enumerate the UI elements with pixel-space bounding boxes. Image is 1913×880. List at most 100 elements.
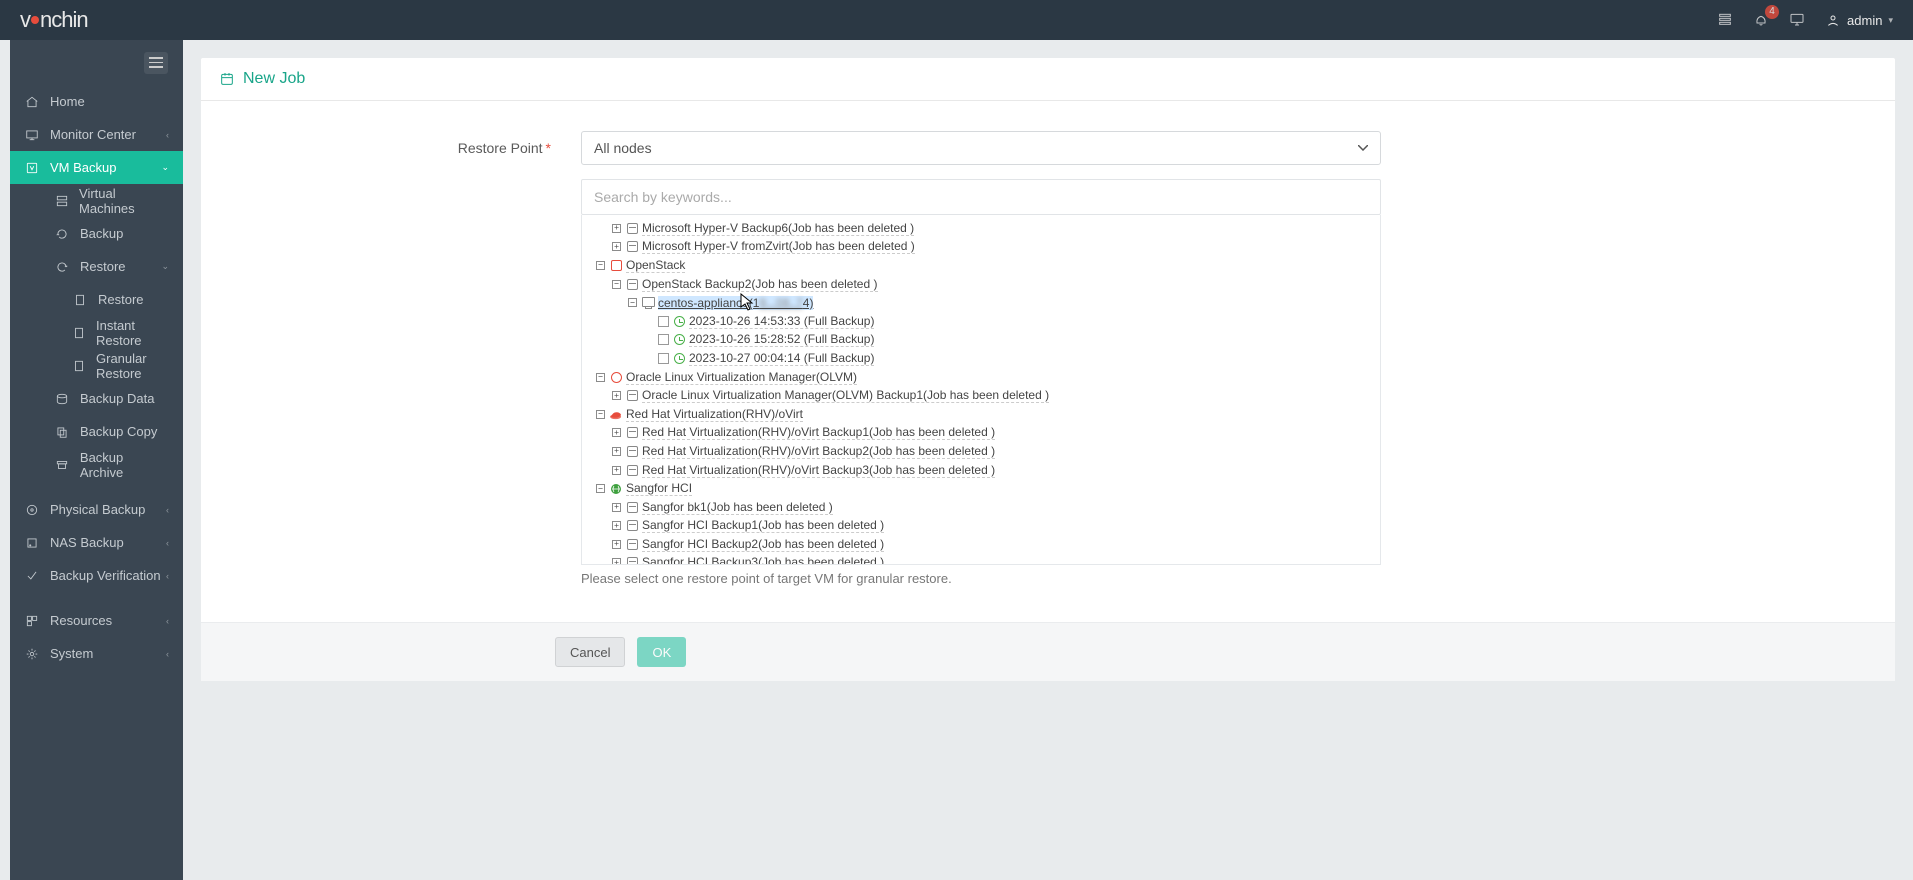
restore-point-label: Restore Point* (241, 140, 581, 156)
tree-label: 2023-10-27 00:04:14 (Full Backup) (689, 351, 874, 366)
vm-icon (24, 160, 40, 176)
tree-node-job[interactable]: + Sangfor bk1(Job has been deleted ) (588, 498, 1374, 517)
checkbox[interactable] (658, 353, 669, 364)
list-icon[interactable] (1717, 11, 1735, 29)
sidebar-item-restore2[interactable]: Restore (10, 283, 183, 316)
checkbox[interactable] (658, 316, 669, 327)
collapse-icon[interactable]: − (612, 280, 621, 289)
notif-badge: 4 (1765, 5, 1779, 19)
tree-node-restorepoint[interactable]: 2023-10-27 00:04:14 (Full Backup) (588, 349, 1374, 368)
tree-node-restorepoint[interactable]: 2023-10-26 15:28:52 (Full Backup) (588, 331, 1374, 350)
tree-node-platform[interactable]: − OpenStack (588, 256, 1374, 275)
refresh-icon (54, 226, 70, 242)
sidebar-item-vmbackup[interactable]: VM Backup⌄ (10, 151, 183, 184)
check-icon (24, 568, 40, 584)
tree-node-job[interactable]: + Microsoft Hyper-V fromZvirt(Job has be… (588, 238, 1374, 257)
ok-button[interactable]: OK (637, 637, 686, 667)
panel-title-text: New Job (243, 70, 305, 88)
tree-label: Red Hat Virtualization(RHV)/oVirt Backup… (642, 463, 995, 478)
sidebar-label: NAS Backup (50, 535, 124, 550)
expand-icon[interactable]: + (612, 242, 621, 251)
expand-icon[interactable]: + (612, 224, 621, 233)
chevron-left-icon: ‹ (166, 130, 169, 140)
checkbox[interactable] (658, 334, 669, 345)
sidebar-item-physical[interactable]: Physical Backup‹ (10, 493, 183, 526)
restore-tree[interactable]: + Microsoft Hyper-V Backup6(Job has been… (581, 215, 1381, 565)
expand-icon[interactable]: + (612, 503, 621, 512)
sidebar-item-bkdata[interactable]: Backup Data (10, 382, 183, 415)
tree-node-vm-selected[interactable]: − centos-appliance(19...08..74) (588, 293, 1374, 312)
expand-icon[interactable]: + (612, 558, 621, 565)
sidebar-item-verify[interactable]: Backup Verification‹ (10, 559, 183, 592)
tree-node-job[interactable]: + Oracle Linux Virtualization Manager(OL… (588, 386, 1374, 405)
collapse-icon[interactable]: − (628, 298, 637, 307)
collapse-icon[interactable]: − (596, 410, 605, 419)
chevron-left-icon: ‹ (166, 571, 169, 581)
tree-node-job[interactable]: + Red Hat Virtualization(RHV)/oVirt Back… (588, 442, 1374, 461)
sidebar-item-vms[interactable]: Virtual Machines (10, 184, 183, 217)
sidebar-item-nas[interactable]: NAS Backup ‹ (10, 526, 183, 559)
monitor-icon[interactable] (1789, 11, 1807, 29)
tree-label: Red Hat Virtualization(RHV)/oVirt Backup… (642, 425, 995, 440)
expand-icon[interactable]: + (612, 428, 621, 437)
expand-icon[interactable]: + (612, 540, 621, 549)
nodes-select[interactable]: All nodes (581, 131, 1381, 165)
sidebar-item-resources[interactable]: Resources‹ (10, 604, 183, 637)
search-input[interactable] (581, 179, 1381, 215)
tree-node-restorepoint[interactable]: 2023-10-26 14:53:33 (Full Backup) (588, 312, 1374, 331)
collapse-icon[interactable]: − (596, 261, 605, 270)
redhat-icon (610, 408, 622, 420)
expand-icon[interactable]: + (612, 521, 621, 530)
sidebar-item-system[interactable]: System‹ (10, 637, 183, 670)
sidebar-item-monitor[interactable]: Monitor Center‹ (10, 118, 183, 151)
sidebar-item-restore[interactable]: Restore⌄ (10, 250, 183, 283)
tree-node-job[interactable]: + Sangfor HCI Backup3(Job has been delet… (588, 554, 1374, 565)
tree-node-job[interactable]: + Red Hat Virtualization(RHV)/oVirt Back… (588, 461, 1374, 480)
restore-icon (54, 259, 70, 275)
tree-node-platform[interactable]: − Oracle Linux Virtualization Manager(OL… (588, 368, 1374, 387)
tree-node-platform[interactable]: − Sangfor HCI (588, 479, 1374, 498)
tree-label: 2023-10-26 15:28:52 (Full Backup) (689, 332, 874, 347)
job-icon (626, 501, 638, 513)
expand-icon[interactable]: + (612, 391, 621, 400)
tree-node-job[interactable]: + Red Hat Virtualization(RHV)/oVirt Back… (588, 424, 1374, 443)
copy-icon (54, 424, 70, 440)
tree-node-job[interactable]: − OpenStack Backup2(Job has been deleted… (588, 275, 1374, 294)
clock-icon (673, 352, 685, 364)
cancel-button[interactable]: Cancel (555, 637, 625, 667)
logo-text-b: nchin (40, 7, 88, 33)
expand-icon[interactable]: + (612, 466, 621, 475)
sidebar-item-granular[interactable]: Granular Restore (10, 349, 183, 382)
job-icon (626, 464, 638, 476)
collapse-icon[interactable]: − (596, 373, 605, 382)
sidebar-label: Resources (50, 613, 112, 628)
tree-label: Oracle Linux Virtualization Manager(OLVM… (642, 388, 1049, 403)
chevron-left-icon: ‹ (166, 538, 169, 548)
bell-icon[interactable]: 4 (1753, 11, 1771, 29)
job-icon (626, 538, 638, 550)
sidebar-toggle-wrap (10, 40, 183, 85)
hamburger-icon[interactable] (144, 52, 168, 74)
job-icon (626, 278, 638, 290)
sidebar-item-instant[interactable]: Instant Restore (10, 316, 183, 349)
collapse-icon[interactable]: − (596, 484, 605, 493)
tree-label: Sangfor bk1(Job has been deleted ) (642, 500, 833, 515)
tree-node-job[interactable]: + Microsoft Hyper-V Backup6(Job has been… (588, 219, 1374, 238)
vm-instance-icon (642, 297, 654, 309)
tree-label: Sangfor HCI Backup2(Job has been deleted… (642, 537, 884, 552)
user-menu[interactable]: admin ▾ (1825, 12, 1893, 28)
sidebar-item-home[interactable]: Home (10, 85, 183, 118)
tree-node-job[interactable]: + Sangfor HCI Backup2(Job has been delet… (588, 535, 1374, 554)
sidebar-item-backup[interactable]: Backup (10, 217, 183, 250)
sidebar-item-bkcopy[interactable]: Backup Copy (10, 415, 183, 448)
tree-label: Sangfor HCI Backup3(Job has been deleted… (642, 555, 884, 565)
disk-icon (24, 502, 40, 518)
sidebar-label: Backup Archive (80, 450, 169, 480)
expand-icon[interactable]: + (612, 447, 621, 456)
tree-node-job[interactable]: + Sangfor HCI Backup1(Job has been delet… (588, 517, 1374, 536)
sangfor-icon (610, 483, 622, 495)
sidebar-label: Restore (80, 259, 126, 274)
tree-node-platform[interactable]: − Red Hat Virtualization(RHV)/oVirt (588, 405, 1374, 424)
tree-label: OpenStack (626, 258, 685, 273)
sidebar-item-archive[interactable]: Backup Archive (10, 448, 183, 481)
